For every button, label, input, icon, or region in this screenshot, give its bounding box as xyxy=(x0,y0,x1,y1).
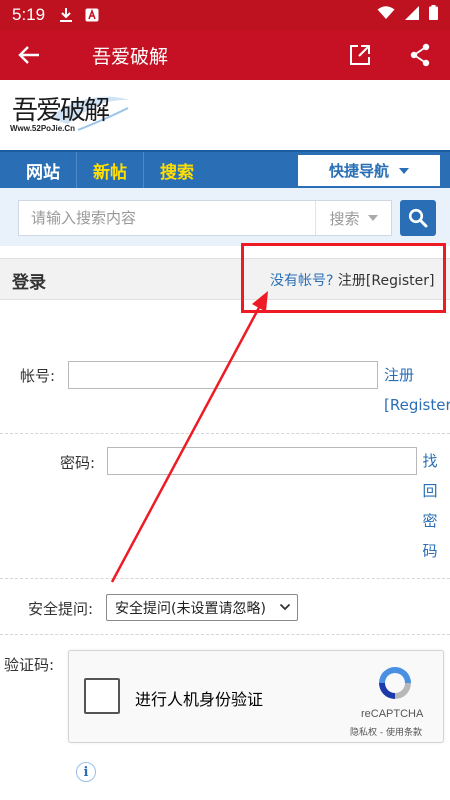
nav-item-website[interactable]: 网站 xyxy=(0,152,77,188)
recaptcha-brand: reCAPTCHA xyxy=(361,708,424,720)
app-notification-icon xyxy=(85,8,99,22)
search-icon xyxy=(408,208,428,228)
security-question-select[interactable]: 安全提问(未设置请忽略) xyxy=(106,594,298,621)
find-password-link[interactable]: 码 xyxy=(421,536,439,566)
security-question-value: 安全提问(未设置请忽略) xyxy=(115,600,266,617)
divider xyxy=(0,634,450,635)
quick-nav-dropdown[interactable]: 快捷导航 xyxy=(298,155,440,186)
recaptcha-checkbox-label: 进行人机身份验证 xyxy=(135,690,264,709)
back-button[interactable] xyxy=(0,30,58,80)
search-input[interactable] xyxy=(19,201,315,235)
status-bar: 5:19 xyxy=(0,0,450,30)
app-title: 吾爱破解 xyxy=(92,45,169,68)
password-label: 密码: xyxy=(60,454,96,472)
recaptcha-checkbox[interactable] xyxy=(84,678,120,714)
recaptcha-links[interactable]: 隐私权 - 使用条款 xyxy=(350,725,422,738)
account-label: 帐号: xyxy=(20,367,56,385)
download-icon xyxy=(59,7,73,23)
chevron-down-icon xyxy=(279,603,291,611)
find-password-link[interactable]: 回 xyxy=(421,476,439,506)
logo-text: 吾爱破解 xyxy=(12,96,110,126)
captcha-label: 验证码: xyxy=(4,656,55,674)
share-button[interactable] xyxy=(390,30,450,80)
open-external-button[interactable] xyxy=(330,30,390,80)
account-input[interactable] xyxy=(68,361,378,389)
status-time: 5:19 xyxy=(12,5,46,24)
find-password-link[interactable]: 密 xyxy=(421,506,439,536)
search-button[interactable] xyxy=(400,200,436,236)
caret-down-icon xyxy=(367,215,378,221)
annotation-highlight-box xyxy=(241,243,446,313)
logo-url: Www.52PoJie.Cn xyxy=(10,124,76,133)
logo-area: 吾爱破解 Www.52PoJie.Cn xyxy=(0,80,450,150)
search-box: 搜索 xyxy=(18,200,392,236)
arrow-left-icon xyxy=(18,46,39,64)
recaptcha-widget: 进行人机身份验证 reCAPTCHA 隐私权 - 使用条款 xyxy=(68,650,444,743)
recaptcha-logo-icon xyxy=(379,667,411,699)
search-area: 搜索 xyxy=(0,188,450,246)
search-type-label: 搜索 xyxy=(329,209,360,228)
security-question-label: 安全提问: xyxy=(28,600,94,618)
nav-item-new-posts[interactable]: 新帖 xyxy=(77,152,144,188)
battery-icon xyxy=(429,5,438,25)
open-external-icon xyxy=(350,45,370,65)
login-title: 登录 xyxy=(12,273,46,293)
wifi-icon xyxy=(377,5,395,25)
account-register-link[interactable]: 注册 xyxy=(384,360,414,390)
divider xyxy=(0,578,450,579)
site-logo[interactable]: 吾爱破解 Www.52PoJie.Cn xyxy=(8,88,132,144)
caret-down-icon xyxy=(399,167,409,174)
nav-item-search[interactable]: 搜索 xyxy=(144,152,210,188)
account-register-link-en[interactable]: [Register] xyxy=(384,390,450,420)
share-icon xyxy=(410,43,430,67)
signal-icon xyxy=(405,5,419,25)
nav-bar: 网站 新帖 搜索 快捷导航 xyxy=(0,150,450,188)
search-type-select[interactable]: 搜索 xyxy=(315,201,391,235)
app-bar: 吾爱破解 xyxy=(0,30,450,80)
find-password-link[interactable]: 找 xyxy=(421,446,439,476)
divider xyxy=(0,433,450,434)
info-icon[interactable]: i xyxy=(76,762,96,782)
quick-nav-label: 快捷导航 xyxy=(328,162,389,180)
password-input[interactable] xyxy=(107,447,417,475)
